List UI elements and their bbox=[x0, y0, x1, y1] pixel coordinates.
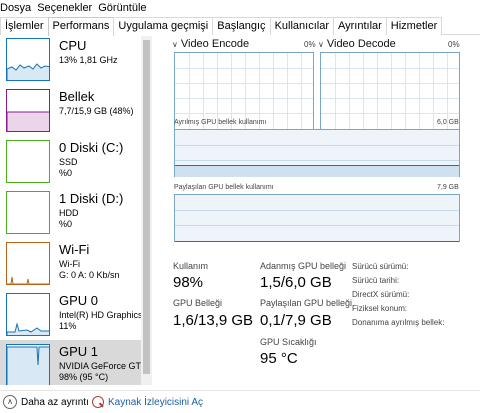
sidebar-item-detail: HDD bbox=[59, 208, 79, 218]
tab-bar: İşlemler Performans Uygulama geçmişi Baş… bbox=[0, 17, 480, 36]
tab-startup[interactable]: Başlangıç bbox=[212, 17, 271, 35]
sidebar-item-value: %0 bbox=[59, 219, 73, 229]
sidebar-item-disk-c[interactable]: 0 Diski (C:) SSD %0 bbox=[0, 136, 141, 187]
dedicated-memory-graph bbox=[174, 129, 460, 177]
gpu-temperature-value: 95 °C bbox=[260, 350, 298, 367]
shared-memory-value: 0,1/7,9 GB bbox=[260, 312, 332, 329]
shared-memory-max: 7,9 GB bbox=[437, 184, 459, 191]
wifi-mini-graph bbox=[6, 242, 50, 285]
sidebar-item-detail: 7,7/15,9 GB (48%) bbox=[59, 106, 134, 116]
sidebar-item-memory[interactable]: Bellek 7,7/15,9 GB (48%) bbox=[0, 85, 141, 136]
sidebar-item-name: GPU 0 bbox=[59, 293, 99, 308]
fewer-details-link[interactable]: Daha az ayrıntı bbox=[21, 397, 89, 408]
dedicated-memory-label: Adanmış GPU belleği bbox=[260, 261, 347, 271]
scrollbar-thumb[interactable] bbox=[143, 40, 150, 374]
sidebar-item-detail: 13% 1,81 GHz bbox=[59, 55, 118, 65]
tab-app-history[interactable]: Uygulama geçmişi bbox=[113, 17, 214, 35]
tab-services[interactable]: Hizmetler bbox=[385, 17, 443, 35]
sidebar-item-detail: Intel(R) HD Graphics bbox=[59, 310, 143, 320]
dedicated-memory-value: 1,5/6,0 GB bbox=[260, 274, 332, 291]
gpu-detail-pane: ∨ Video Encode 0% ∨ Video Decode 0% Ayrı… bbox=[165, 36, 480, 385]
menu-file[interactable]: Dosya bbox=[0, 2, 37, 14]
gpu-memory-value: 1,6/13,9 GB bbox=[173, 312, 254, 329]
disk-d-mini-graph bbox=[6, 191, 50, 234]
sidebar-item-wifi[interactable]: Wi-Fi Wi-Fi G: 0 A: 0 Kb/sn bbox=[0, 238, 141, 289]
dedicated-memory-caption: Ayrılmış GPU bellek kullanımı bbox=[174, 119, 267, 126]
resource-list: CPU 13% 1,81 GHz Bellek 7,7/15,9 GB (48%… bbox=[0, 36, 152, 385]
tab-users[interactable]: Kullanıcılar bbox=[269, 17, 334, 35]
sidebar-item-name: GPU 1 bbox=[59, 344, 99, 359]
tab-performance[interactable]: Performans bbox=[47, 17, 115, 36]
menu-bar: Dosya Seçenekler Görüntüle bbox=[0, 0, 480, 16]
video-decode-percent: 0% bbox=[448, 40, 460, 49]
gpu0-mini-graph bbox=[6, 293, 50, 336]
video-encode-percent: 0% bbox=[304, 40, 316, 49]
shared-memory-caption: Paylaşılan GPU bellek kullanımı bbox=[174, 184, 274, 191]
video-decode-selector[interactable]: ∨ Video Decode bbox=[318, 38, 396, 50]
sidebar-item-value: G: 0 A: 0 Kb/sn bbox=[59, 270, 120, 280]
driver-version-label: Sürücü sürümü: bbox=[352, 262, 409, 271]
usage-value: 98% bbox=[173, 274, 204, 291]
sidebar-item-detail: NVIDIA GeForce GTX bbox=[59, 361, 148, 371]
sidebar-item-detail: Wi-Fi bbox=[59, 259, 80, 269]
sidebar-item-gpu1[interactable]: GPU 1 NVIDIA GeForce GTX 98% (95 °C) bbox=[0, 340, 147, 385]
sidebar-item-name: Bellek bbox=[59, 89, 95, 104]
sidebar-item-value: 11% bbox=[59, 321, 77, 331]
chevron-up-icon[interactable]: ∧ bbox=[3, 395, 17, 409]
gpu-memory-label: GPU Belleği bbox=[173, 298, 223, 308]
sidebar-item-cpu[interactable]: CPU 13% 1,81 GHz bbox=[0, 36, 141, 85]
chevron-down-icon: ∨ bbox=[318, 39, 324, 49]
menu-options[interactable]: Seçenekler bbox=[37, 2, 98, 14]
dedicated-memory-max: 6,0 GB bbox=[437, 119, 459, 126]
shared-memory-graph bbox=[174, 194, 460, 242]
video-encode-selector[interactable]: ∨ Video Encode bbox=[172, 38, 249, 50]
shared-memory-label: Paylaşılan GPU belleği bbox=[260, 298, 353, 308]
resource-monitor-icon bbox=[92, 396, 104, 408]
footer-bar: ∧ Daha az ayrıntı Kaynak İzleyicisini Aç bbox=[0, 390, 480, 413]
sidebar-item-name: CPU bbox=[59, 38, 87, 53]
gpu-temperature-label: GPU Sıcaklığı bbox=[260, 337, 317, 347]
sidebar-item-value: %0 bbox=[59, 168, 73, 178]
open-resource-monitor-link[interactable]: Kaynak İzleyicisini Aç bbox=[108, 397, 203, 408]
tab-processes[interactable]: İşlemler bbox=[0, 17, 49, 35]
sidebar-item-name: 0 Diski (C:) bbox=[59, 140, 124, 155]
resource-list-scrollbar[interactable] bbox=[141, 36, 152, 385]
sidebar-item-value: 98% (95 °C) bbox=[59, 372, 109, 382]
driver-date-label: Sürücü tarihi: bbox=[352, 276, 400, 285]
menu-view[interactable]: Görüntüle bbox=[98, 2, 152, 14]
sidebar-item-disk-d[interactable]: 1 Diski (D:) HDD %0 bbox=[0, 187, 141, 238]
video-decode-title: Video Decode bbox=[326, 38, 396, 50]
disk-c-mini-graph bbox=[6, 140, 50, 183]
memory-mini-graph bbox=[6, 89, 50, 132]
sidebar-item-gpu0[interactable]: GPU 0 Intel(R) HD Graphics 11% bbox=[0, 289, 143, 340]
physical-location-label: Fiziksel konum: bbox=[352, 304, 408, 313]
sidebar-item-detail: SSD bbox=[59, 157, 78, 167]
hardware-reserved-label: Donanıma ayrılmış bellek: bbox=[352, 318, 445, 327]
directx-version-label: DirectX sürümü: bbox=[352, 290, 410, 299]
gpu1-mini-graph bbox=[6, 344, 50, 385]
tab-details[interactable]: Ayrıntılar bbox=[332, 17, 387, 35]
sidebar-item-name: 1 Diski (D:) bbox=[59, 191, 124, 206]
sidebar-item-name: Wi-Fi bbox=[59, 242, 90, 257]
video-encode-title: Video Encode bbox=[180, 38, 250, 50]
usage-label: Kullanım bbox=[173, 261, 209, 271]
cpu-mini-graph bbox=[6, 38, 50, 81]
chevron-down-icon: ∨ bbox=[172, 39, 178, 49]
